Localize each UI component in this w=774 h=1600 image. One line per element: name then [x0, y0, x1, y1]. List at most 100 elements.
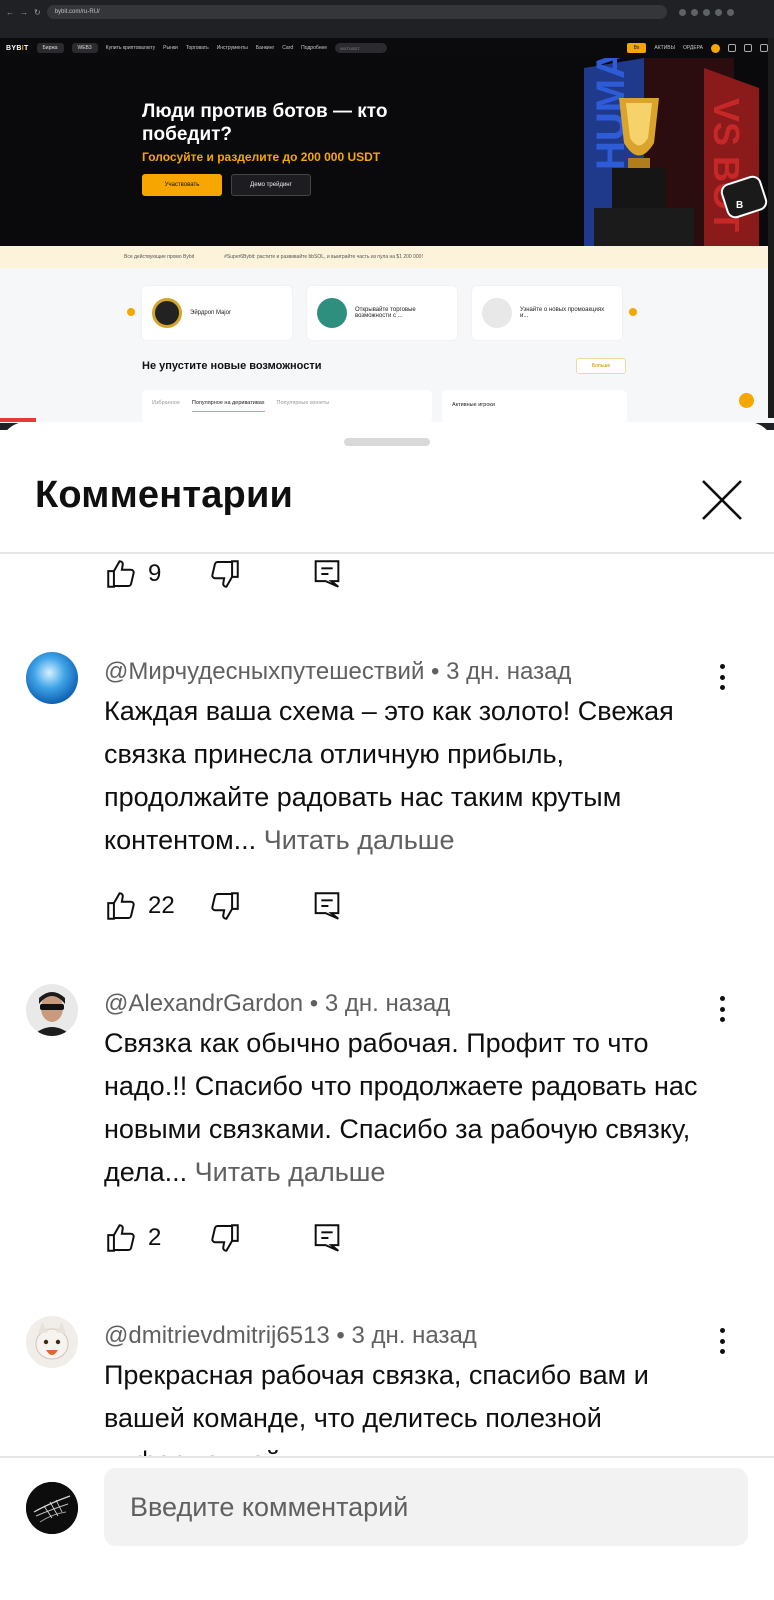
thumbs-down-icon: [211, 1224, 239, 1252]
signin-button: Вх: [626, 43, 647, 53]
comment-meta: @AlexandrGardon • 3 дн. назад: [104, 990, 451, 1017]
comment-actions: 22: [104, 886, 344, 926]
globe-icon: [760, 44, 768, 52]
author-name[interactable]: @dmitrievdmitrij6513: [104, 1322, 330, 1349]
forward-icon: →: [20, 7, 28, 17]
comment-text: Каждая ваша схема – это как золото! Свеж…: [104, 690, 714, 862]
carousel-prev-icon: [127, 308, 135, 316]
support-chat-icon: [739, 393, 754, 408]
thumbs-up-icon: [107, 892, 135, 920]
ticker-item: Все действующие промо Bybit: [124, 254, 195, 260]
active-players-card: Активные игроки: [442, 390, 627, 423]
promo-card: Эйрдроп Major: [142, 286, 292, 340]
promo-label: Узнайте о новых промоакциях и...: [520, 307, 605, 319]
comment-meta: @dmitrievdmitrij6513 • 3 дн. назад: [104, 1322, 477, 1349]
bell-icon: [728, 44, 736, 52]
author-name[interactable]: @AlexandrGardon: [104, 990, 303, 1017]
like-button[interactable]: 22: [104, 889, 208, 923]
nav-item: Рынки: [163, 45, 178, 51]
read-more-link[interactable]: Читать дальше: [195, 1157, 386, 1187]
market-tabs: Избранное Популярное на деривативах Попу…: [142, 390, 432, 423]
comment-meta: @Мирчудесныхпутешествий • 3 дн. назад: [104, 658, 572, 685]
nav-item: Купить криптовалюту: [105, 45, 156, 51]
reply-button[interactable]: [310, 1221, 344, 1255]
comment-composer: [0, 1458, 774, 1600]
dislike-button[interactable]: [208, 557, 242, 591]
comment-text: Связка как обычно рабочая. Профит то что…: [104, 1022, 714, 1194]
tab-popular-coins: Популярные монеты: [276, 400, 330, 406]
comment-time: 3 дн. назад: [324, 990, 451, 1017]
promo-card: Узнайте о новых промоакциях и...: [472, 286, 622, 340]
drag-handle[interactable]: [344, 438, 430, 446]
like-count: 9: [148, 560, 162, 587]
like-count: 2: [148, 1224, 162, 1251]
avatar[interactable]: [26, 652, 78, 704]
nav-pill-exchange: Биржа: [36, 43, 64, 53]
like-button[interactable]: 2: [104, 1221, 208, 1255]
thumbs-up-icon: [107, 1224, 135, 1252]
avatar[interactable]: [26, 1316, 78, 1368]
site-content: Эйрдроп Major Открывайте торговые возмож…: [0, 268, 774, 423]
nav-item: Торговать: [185, 45, 209, 51]
url-text: bybit.com/ru-RU/: [54, 9, 100, 15]
tab-favorites: Избранное: [152, 400, 180, 406]
like-count: 22: [148, 892, 175, 919]
promo-label: Открывайте торговые возможности с ...: [355, 307, 416, 319]
comment-actions: 2: [104, 1218, 344, 1258]
profile-icon: [711, 43, 720, 53]
thumbs-up-icon: [107, 560, 135, 588]
nav-item: Инструменты: [216, 45, 248, 51]
reply-button[interactable]: [310, 557, 344, 591]
like-button[interactable]: 9: [104, 557, 208, 591]
avatar[interactable]: [26, 984, 78, 1036]
my-avatar: [26, 1482, 78, 1534]
more-options-button[interactable]: [712, 660, 732, 694]
reply-icon: [314, 1224, 340, 1252]
site-header: BYBIT Биржа WEB3 Купить криптовалюту Рын…: [0, 38, 774, 58]
video-player[interactable]: ← → ↻ bybit.com/ru-RU/ BYBIT Биржа WEB3 …: [0, 0, 774, 430]
players-label: Активные игроки: [452, 402, 495, 408]
more-options-button[interactable]: [712, 992, 732, 1026]
participate-button: Участвовать: [142, 174, 222, 196]
close-button[interactable]: [700, 478, 744, 522]
more-button: Больше: [576, 358, 626, 374]
hero-subtitle: Голосуйте и разделите до 200 000 USDT: [142, 150, 381, 164]
promo-card: Открывайте торговые возможности с ...: [307, 286, 457, 340]
ticker-item: #Super6Bybit: растите и развивайте bbSOL…: [224, 254, 423, 260]
nav-item: Подробнее: [301, 45, 328, 51]
orders-link: ОРДЕРА: [683, 45, 703, 51]
reload-icon: ↻: [34, 7, 41, 17]
nav-item: Банкинг: [255, 45, 275, 51]
carousel-next-icon: [629, 308, 637, 316]
comment-body: Прекрасная рабочая связка, спасибо вам и…: [104, 1360, 649, 1456]
thumbs-down-icon: [211, 892, 239, 920]
avatar-image: [26, 984, 78, 1036]
read-more-link[interactable]: Читать дальше: [264, 825, 455, 855]
close-icon: [702, 480, 742, 520]
avatar-image: [26, 652, 78, 704]
bybit-logo: BYBIT: [6, 44, 29, 52]
dislike-button[interactable]: [208, 889, 242, 923]
comment-time: 3 дн. назад: [446, 658, 572, 685]
star-icon: [152, 298, 182, 328]
more-options-button[interactable]: [712, 1324, 732, 1358]
section-title: Не упустите новые возможности: [142, 360, 322, 372]
trophy-illustration: HUMAN VS BOT B: [584, 58, 774, 246]
reply-button[interactable]: [310, 889, 344, 923]
site-search-text: WXTUSDT: [340, 45, 360, 51]
announcement-ticker: Все действующие промо Bybit #Super6Bybit…: [0, 246, 774, 268]
gift-icon: [482, 298, 512, 328]
dislike-button[interactable]: [208, 1221, 242, 1255]
author-name[interactable]: @Мирчудесныхпутешествий: [104, 658, 424, 685]
page-scrollbar: [768, 38, 774, 418]
comments-list[interactable]: 9 @Мирчудесныхпутешествий • 3 дн. назад: [0, 554, 774, 1456]
comment-input[interactable]: [104, 1468, 748, 1546]
sheet-title: Комментарии: [35, 474, 294, 516]
reply-icon: [314, 892, 340, 920]
site-search: WXTUSDT: [335, 43, 388, 53]
avatar-image: [26, 1482, 78, 1534]
nav-item: Card: [282, 45, 294, 51]
avatar-image: [26, 1316, 78, 1368]
demo-trading-button: Демо трейдинг: [231, 174, 311, 196]
tab-popular-derivatives: Популярное на деривативах: [191, 400, 265, 412]
